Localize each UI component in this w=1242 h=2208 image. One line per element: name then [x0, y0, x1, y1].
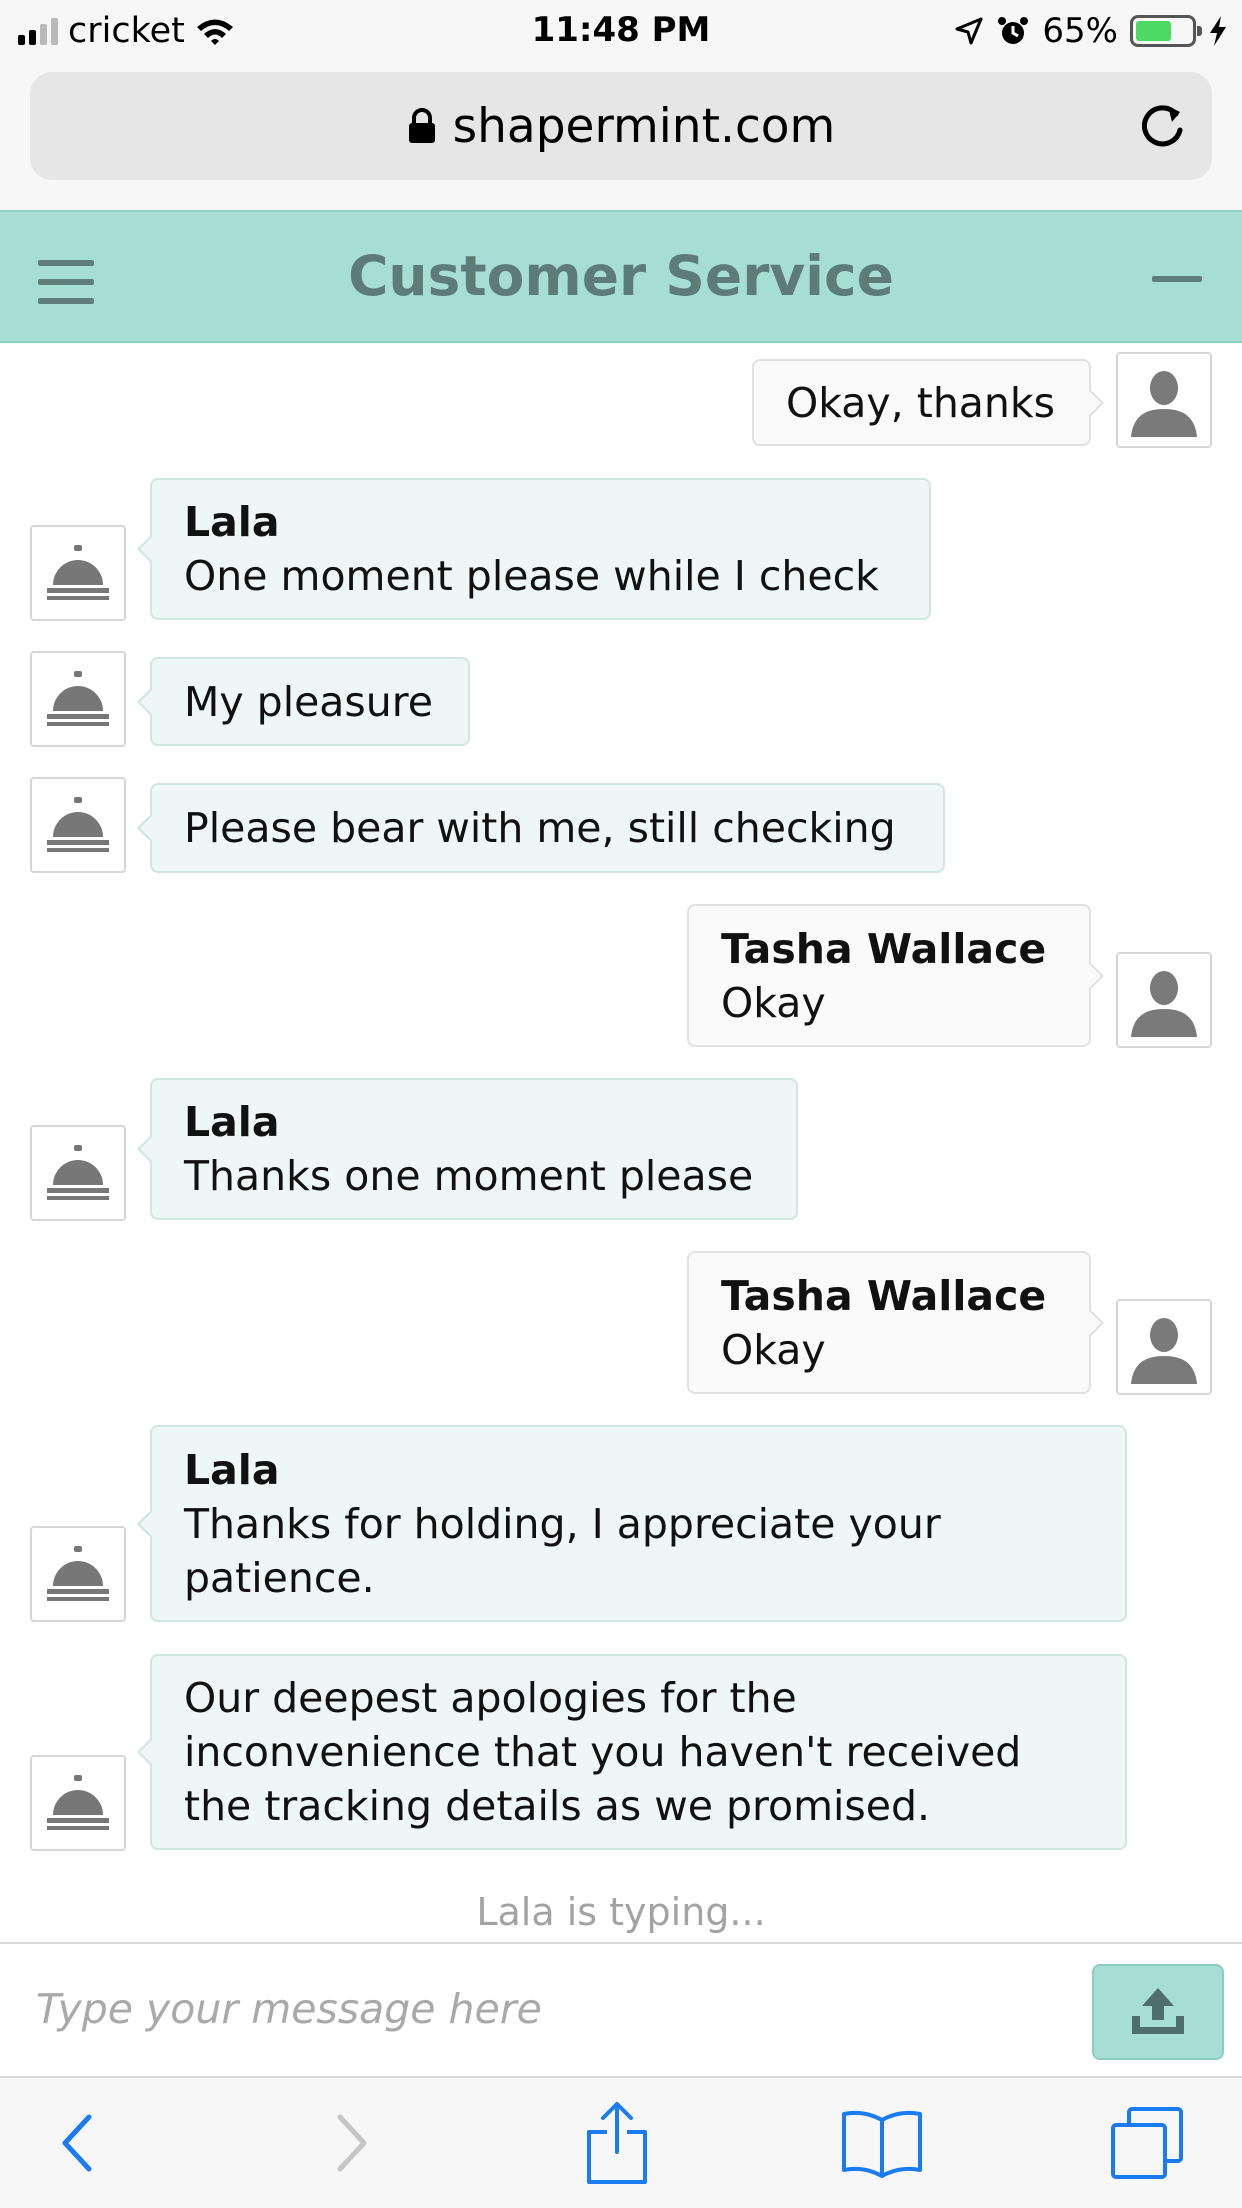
agent-message-bubble: Lala Thanks for holding, I appreciate yo…	[137, 1425, 1127, 1622]
agent-avatar	[30, 777, 126, 873]
agent-avatar	[30, 1125, 126, 1221]
chevron-left-icon	[62, 2114, 92, 2172]
message-text: One moment please while I check	[184, 552, 879, 600]
share-button[interactable]	[572, 2098, 662, 2188]
service-bell-icon	[47, 1775, 109, 1830]
person-silhouette-icon	[1131, 371, 1197, 437]
url-text: shapermint.com	[452, 98, 836, 154]
share-icon	[587, 2102, 647, 2184]
alarm-clock-icon	[998, 17, 1029, 44]
agent-avatar	[30, 1526, 126, 1622]
bookmarks-button[interactable]	[837, 2098, 927, 2188]
service-bell-icon	[47, 671, 109, 726]
service-bell-icon	[47, 545, 109, 600]
message-text: Okay	[721, 1325, 826, 1374]
sender-name: Lala	[184, 1445, 280, 1494]
lock-icon	[408, 108, 435, 143]
message-text: Okay	[721, 978, 826, 1027]
message-text: Okay, thanks	[786, 378, 1056, 427]
agent-message-bubble: My pleasure	[137, 657, 470, 746]
message-text: My pleasure	[184, 677, 433, 726]
agent-message-bubble: Lala Thanks one moment please	[137, 1078, 798, 1220]
user-avatar	[1116, 352, 1212, 448]
agent-avatar	[30, 1755, 126, 1851]
person-silhouette-icon	[1131, 971, 1197, 1037]
upload-icon	[1132, 1988, 1184, 2034]
message-text: Our deepest apologies for the inconvenie…	[184, 1674, 1022, 1830]
browser-address-area: shapermint.com	[0, 62, 1242, 210]
charging-bolt-icon	[1210, 16, 1226, 46]
battery-percent: 65%	[1042, 11, 1118, 51]
message-text: Thanks one moment please	[184, 1152, 754, 1200]
message-composer	[0, 1942, 1242, 2076]
user-avatar	[1116, 952, 1212, 1048]
typing-indicator: Lala is typing...	[476, 1890, 766, 1934]
user-message-bubble: Tasha Wallace Okay	[687, 1251, 1104, 1394]
agent-avatar	[30, 525, 126, 621]
service-bell-icon	[47, 797, 109, 852]
browser-toolbar	[0, 2076, 1242, 2208]
agent-message-bubble: Our deepest apologies for the inconvenie…	[137, 1654, 1127, 1850]
message-text: Thanks for holding, I appreciate your pa…	[184, 1499, 941, 1602]
minimize-icon[interactable]	[1152, 276, 1202, 282]
address-bar[interactable]: shapermint.com	[30, 72, 1212, 180]
user-message-bubble: Tasha Wallace Okay	[687, 904, 1104, 1047]
agent-avatar	[30, 651, 126, 747]
chat-title: Customer Service	[348, 244, 894, 308]
message-input[interactable]	[36, 1974, 1066, 2044]
open-book-icon	[842, 2110, 922, 2178]
back-button[interactable]	[32, 2098, 122, 2188]
service-bell-icon	[47, 1145, 109, 1200]
agent-message-bubble: Lala One moment please while I check	[137, 478, 931, 620]
message-text: Please bear with me, still checking	[184, 804, 896, 852]
reload-icon[interactable]	[1136, 100, 1188, 152]
forward-button[interactable]	[307, 2098, 397, 2188]
person-silhouette-icon	[1131, 1318, 1197, 1384]
user-message-bubble: Okay, thanks	[752, 359, 1104, 446]
sender-name: Lala	[184, 1098, 280, 1146]
agent-message-bubble: Please bear with me, still checking	[137, 783, 945, 873]
status-bar: cricket 11:48 PM 65%	[0, 0, 1242, 62]
battery-icon	[1130, 15, 1202, 47]
user-avatar	[1116, 1299, 1212, 1395]
sender-name: Tasha Wallace	[721, 1271, 1047, 1320]
send-button[interactable]	[1092, 1964, 1224, 2060]
chevron-right-icon	[337, 2114, 367, 2172]
tabs-icon	[1111, 2107, 1183, 2179]
service-bell-icon	[47, 1546, 109, 1601]
sender-name: Lala	[184, 498, 280, 546]
tabs-button[interactable]	[1102, 2098, 1192, 2188]
chat-header: Customer Service	[0, 210, 1242, 343]
sender-name: Tasha Wallace	[721, 924, 1047, 973]
location-arrow-icon	[955, 17, 983, 45]
